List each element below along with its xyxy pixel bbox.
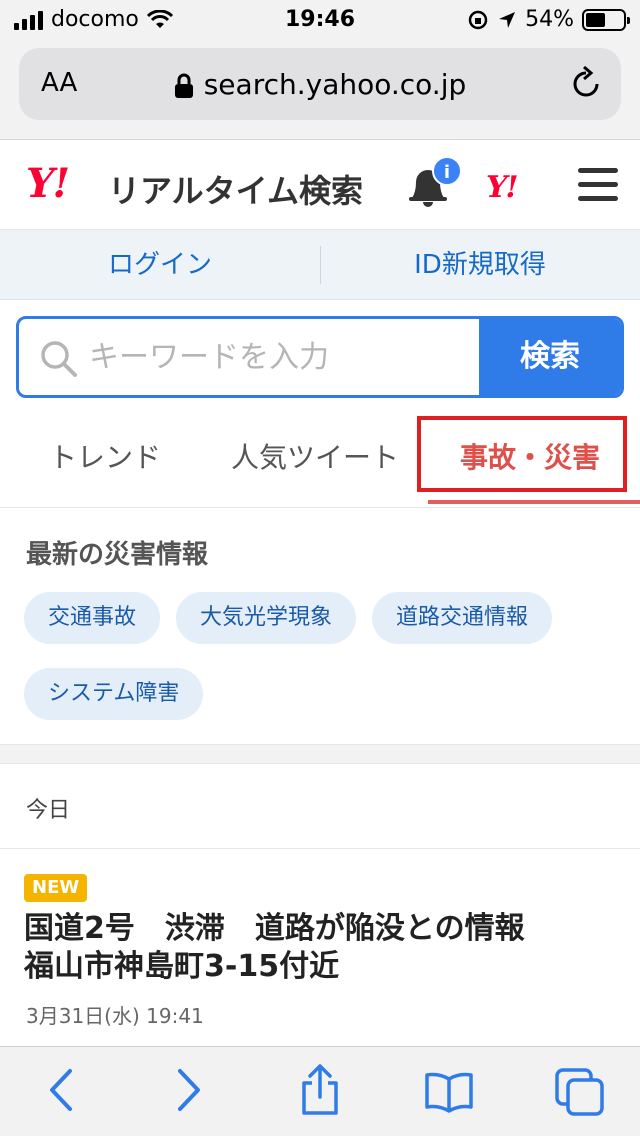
annotation-highlight-box [417,416,627,492]
site-header: Y! リアルタイム検索 i Y! [0,140,640,230]
bookmarks-icon[interactable] [424,1071,474,1113]
back-icon[interactable] [46,1067,76,1113]
tab-trend[interactable]: トレンド [0,410,210,506]
search-button[interactable]: 検索 [479,319,621,395]
page-title[interactable]: リアルタイム検索 [108,166,363,212]
register-link[interactable]: ID新規取得 [320,230,640,300]
url-text: search.yahoo.co.jp [203,68,467,101]
wifi-icon [146,9,173,28]
active-tab-indicator [428,500,640,504]
chip-atmospheric-optics[interactable]: 大気光学現象 [176,592,357,644]
feed-item-time: 3月31日(水) 19:41 [26,1004,204,1028]
browser-address-area: AA search.yahoo.co.jp [0,40,640,140]
account-bar: ログイン ID新規取得 [0,230,640,300]
divider [0,848,640,849]
location-icon [499,11,516,28]
search-input[interactable] [89,319,479,395]
carrier-name: docomo [51,7,139,32]
menu-icon[interactable] [578,168,618,210]
headline-line-1: 国道2号 渋滞 道路が陥没との情報 [24,911,525,946]
feed-item-headline[interactable]: 国道2号 渋滞 道路が陥没との情報 福山市神島町3-15付近 [24,910,620,986]
headline-line-2: 福山市神島町3-15付近 [24,949,340,984]
battery-percent: 54% [525,7,574,32]
orientation-lock-icon [468,10,488,29]
yahoo-logo[interactable]: Y! [26,160,70,207]
new-badge: NEW [24,874,88,902]
notification-badge: i [432,156,462,186]
chip-traffic-accident[interactable]: 交通事故 [24,592,161,644]
chip-system-failure[interactable]: システム障害 [24,668,204,720]
yahoo-home-icon[interactable]: Y! [486,170,519,205]
lock-icon [174,73,193,98]
reload-icon[interactable] [569,66,603,102]
tab-popular-tweets[interactable]: 人気ツイート [210,410,420,506]
battery-icon [582,8,630,31]
share-icon[interactable] [298,1063,342,1117]
address-bar[interactable]: AA search.yahoo.co.jp [19,48,621,120]
url-field[interactable]: search.yahoo.co.jp [19,68,621,101]
browser-toolbar [0,1046,640,1136]
login-link[interactable]: ログイン [0,230,320,300]
section-divider [0,744,640,764]
search-icon [41,341,77,377]
search-form: 検索 [16,316,624,398]
signal-icon [14,10,43,30]
forward-icon[interactable] [174,1067,204,1113]
feed-date-header: 今日 [26,798,71,823]
tabs-icon[interactable] [554,1067,606,1117]
disaster-section-title: 最新の災害情報 [26,540,209,570]
status-bar: docomo 19:46 54% [0,0,640,40]
chip-road-traffic[interactable]: 道路交通情報 [372,592,553,644]
